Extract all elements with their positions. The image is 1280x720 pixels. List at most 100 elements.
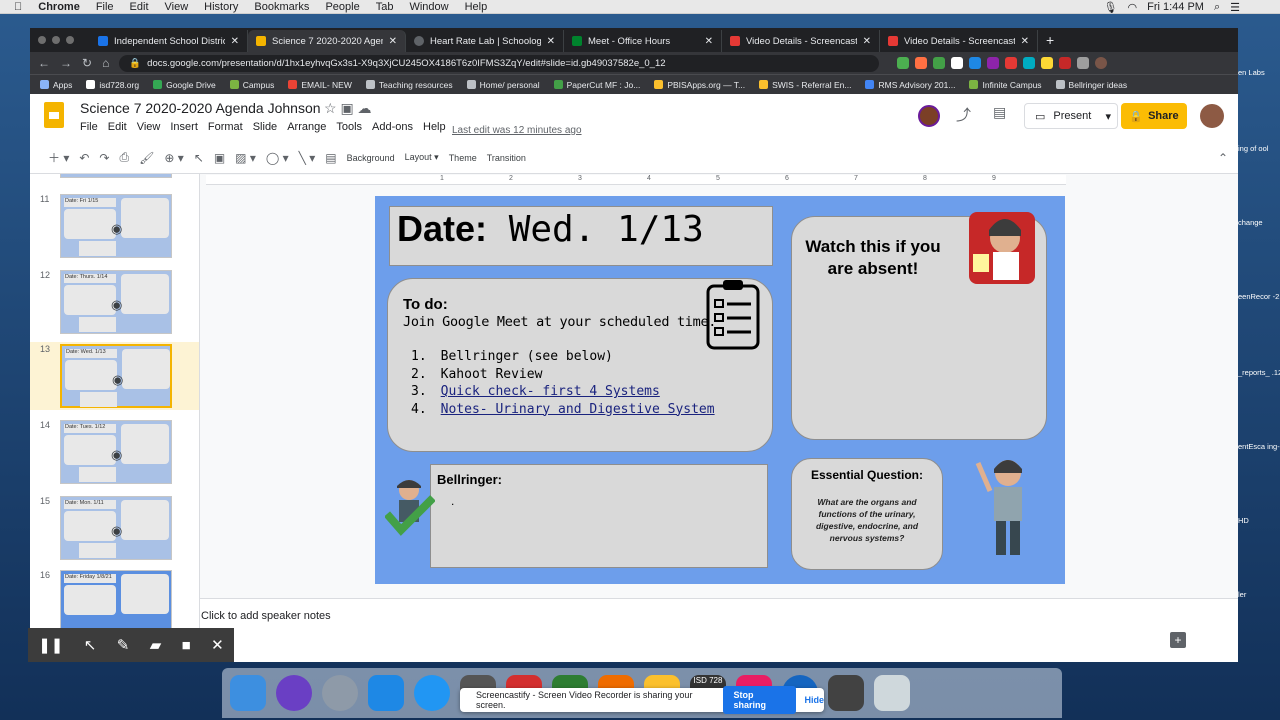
print-icon[interactable]: ⎙ <box>119 150 129 165</box>
camera-icon[interactable]: ■ <box>182 637 191 654</box>
hide-button[interactable]: Hide <box>804 695 824 705</box>
new-tab-button[interactable]: + <box>1046 32 1054 48</box>
home-icon[interactable]: ⌂ <box>102 56 109 70</box>
redo-icon[interactable]: ↷ <box>99 151 109 165</box>
forward-icon[interactable]: → <box>60 56 72 70</box>
app-store-icon[interactable] <box>368 675 404 711</box>
pen-icon[interactable]: ✎ <box>117 636 130 654</box>
quick-check-link[interactable]: Quick check- first 4 Systems <box>441 383 660 401</box>
star-icon[interactable]: ☆ ▣ ☁ <box>324 100 372 117</box>
layout-button[interactable]: Layout ▾ <box>405 152 439 163</box>
close-icon[interactable]: ✕ <box>211 636 224 654</box>
desktop-file-label[interactable]: ing of ool <box>1238 144 1268 153</box>
search-icon[interactable]: ⌕ <box>1214 1 1220 14</box>
wifi-icon[interactable]: ◠ <box>1127 1 1137 14</box>
user-avatar[interactable] <box>1200 104 1224 128</box>
puzzle-icon[interactable] <box>1077 57 1090 69</box>
theme-button[interactable]: Theme <box>449 153 477 163</box>
slide-thumbnail[interactable]: Date: Fri 1/15 ◉ <box>60 194 172 258</box>
bookmark-pbis[interactable]: PBISApps.org — T... <box>654 80 745 90</box>
extension-icon[interactable] <box>1059 57 1072 69</box>
select-icon[interactable]: ↖ <box>194 151 204 165</box>
bookmark-infinite-campus[interactable]: Infinite Campus <box>969 80 1042 90</box>
menu-file[interactable]: File <box>96 1 114 13</box>
back-icon[interactable]: ← <box>38 56 50 70</box>
slide-thumbnail[interactable]: Date: Thurs. 1/14 ◉ <box>60 270 172 334</box>
slides-logo-icon[interactable] <box>44 102 64 128</box>
menu-insert[interactable]: Insert <box>170 121 198 133</box>
desktop-file-label[interactable]: _reports_ .122.pdf <box>1238 368 1280 377</box>
document-title[interactable]: Science 7 2020-2020 Agenda Johnson <box>80 100 321 116</box>
line-icon[interactable]: ╲ ▾ <box>299 151 316 165</box>
menu-bookmarks[interactable]: Bookmarks <box>254 1 309 13</box>
stop-sharing-button[interactable]: Stop sharing <box>723 686 797 714</box>
slide-thumbnail[interactable] <box>60 174 172 178</box>
close-icon[interactable]: ✕ <box>705 36 713 47</box>
notes-link[interactable]: Notes- Urinary and Digestive System <box>441 401 715 419</box>
profile-avatar[interactable] <box>1095 57 1108 69</box>
text-box-icon[interactable]: ▣ <box>214 151 225 165</box>
menu-help[interactable]: Help <box>423 121 446 133</box>
menu-slide[interactable]: Slide <box>253 121 277 133</box>
close-icon[interactable]: ✕ <box>1021 36 1029 47</box>
menu-help[interactable]: Help <box>465 1 488 13</box>
close-icon[interactable]: ✕ <box>389 36 397 47</box>
browser-tab[interactable]: Video Details - Screencastify ✕ <box>880 30 1038 52</box>
activity-icon[interactable]: ⤴ <box>956 104 971 125</box>
bookmark-bellringer[interactable]: Bellringer ideas <box>1055 80 1127 90</box>
url-field[interactable]: 🔒 docs.google.com/presentation/d/1hx1eyhv… <box>119 54 880 72</box>
extension-icon[interactable] <box>987 57 1000 69</box>
menu-edit[interactable]: Edit <box>108 121 127 133</box>
close-icon[interactable]: ✕ <box>863 36 871 47</box>
explore-icon[interactable]: + <box>1170 632 1186 648</box>
extension-icon[interactable] <box>1005 57 1018 69</box>
browser-tab-active[interactable]: Science 7 2020-2020 Agenda ✕ <box>248 30 406 52</box>
minimize-window-button[interactable] <box>52 36 60 44</box>
pause-icon[interactable]: ❚❚ <box>38 636 63 654</box>
new-slide-icon[interactable]: ＋ ▾ <box>48 149 69 166</box>
close-icon[interactable]: ✕ <box>231 36 239 47</box>
menu-chrome[interactable]: Chrome <box>38 1 80 13</box>
undo-icon[interactable]: ↶ <box>79 151 89 165</box>
siri-icon[interactable] <box>276 675 312 711</box>
clock[interactable]: Fri 1:44 PM <box>1147 1 1204 13</box>
menu-view[interactable]: View <box>137 121 161 133</box>
trash-icon[interactable] <box>874 675 910 711</box>
bellringer-body[interactable]: . <box>451 494 454 508</box>
slide-thumbnail[interactable]: Date: Mon. 1/11 ◉ <box>60 496 172 560</box>
reload-icon[interactable]: ↻ <box>82 56 92 70</box>
paint-format-icon[interactable]: 🖌 <box>139 151 154 165</box>
slide-thumbnail[interactable]: Date: Tues. 1/12 ◉ <box>60 420 172 484</box>
menu-view[interactable]: View <box>165 1 189 13</box>
desktop-file-label[interactable]: HD <box>1238 516 1249 525</box>
share-button[interactable]: 🔒 Share <box>1121 103 1187 129</box>
browser-tab[interactable]: Video Details - Screencastify ✕ <box>722 30 880 52</box>
apple-icon[interactable]:  <box>14 1 22 13</box>
slide-thumbnail-selected[interactable]: Date: Wed. 1/13 ◉ <box>60 344 172 408</box>
chevron-down-icon[interactable]: ▾ <box>1105 110 1111 123</box>
bookmark-isd728[interactable]: isd728.org <box>86 80 139 90</box>
finder-icon[interactable] <box>230 675 266 711</box>
bookmark-teaching[interactable]: Teaching resources <box>365 80 453 90</box>
menu-history[interactable]: History <box>204 1 238 13</box>
comment-add-icon[interactable]: ▤ <box>325 151 336 165</box>
date-heading[interactable]: Date: Wed. 1/13 <box>397 208 704 250</box>
slide[interactable]: Date: Wed. 1/13 To do: Join Google Meet … <box>375 196 1065 584</box>
extension-icon[interactable] <box>1023 57 1036 69</box>
desktop-file-label[interactable]: eenRecor -2.0.dmg <box>1238 292 1280 301</box>
menu-tools[interactable]: Tools <box>336 121 362 133</box>
collaborator-avatar[interactable] <box>918 105 940 127</box>
comment-icon[interactable]: ▤ <box>993 104 1006 121</box>
bookmark-apps[interactable]: Apps <box>40 80 72 90</box>
bookmark-papercut[interactable]: PaperCut MF : Jo... <box>553 80 640 90</box>
browser-tab[interactable]: Independent School District 72 ✕ <box>90 30 248 52</box>
bookmark-google-drive[interactable]: Google Drive <box>153 80 216 90</box>
menu-edit[interactable]: Edit <box>130 1 149 13</box>
extension-icon[interactable] <box>1041 57 1054 69</box>
launchpad-icon[interactable] <box>322 675 358 711</box>
speaker-notes-panel[interactable] <box>200 598 1238 662</box>
highlighter-icon[interactable]: ▰ <box>150 636 162 654</box>
desktop-file-label[interactable]: ler <box>1238 590 1246 599</box>
desktop-file-label[interactable]: change <box>1238 218 1263 227</box>
printer-icon[interactable] <box>828 675 864 711</box>
